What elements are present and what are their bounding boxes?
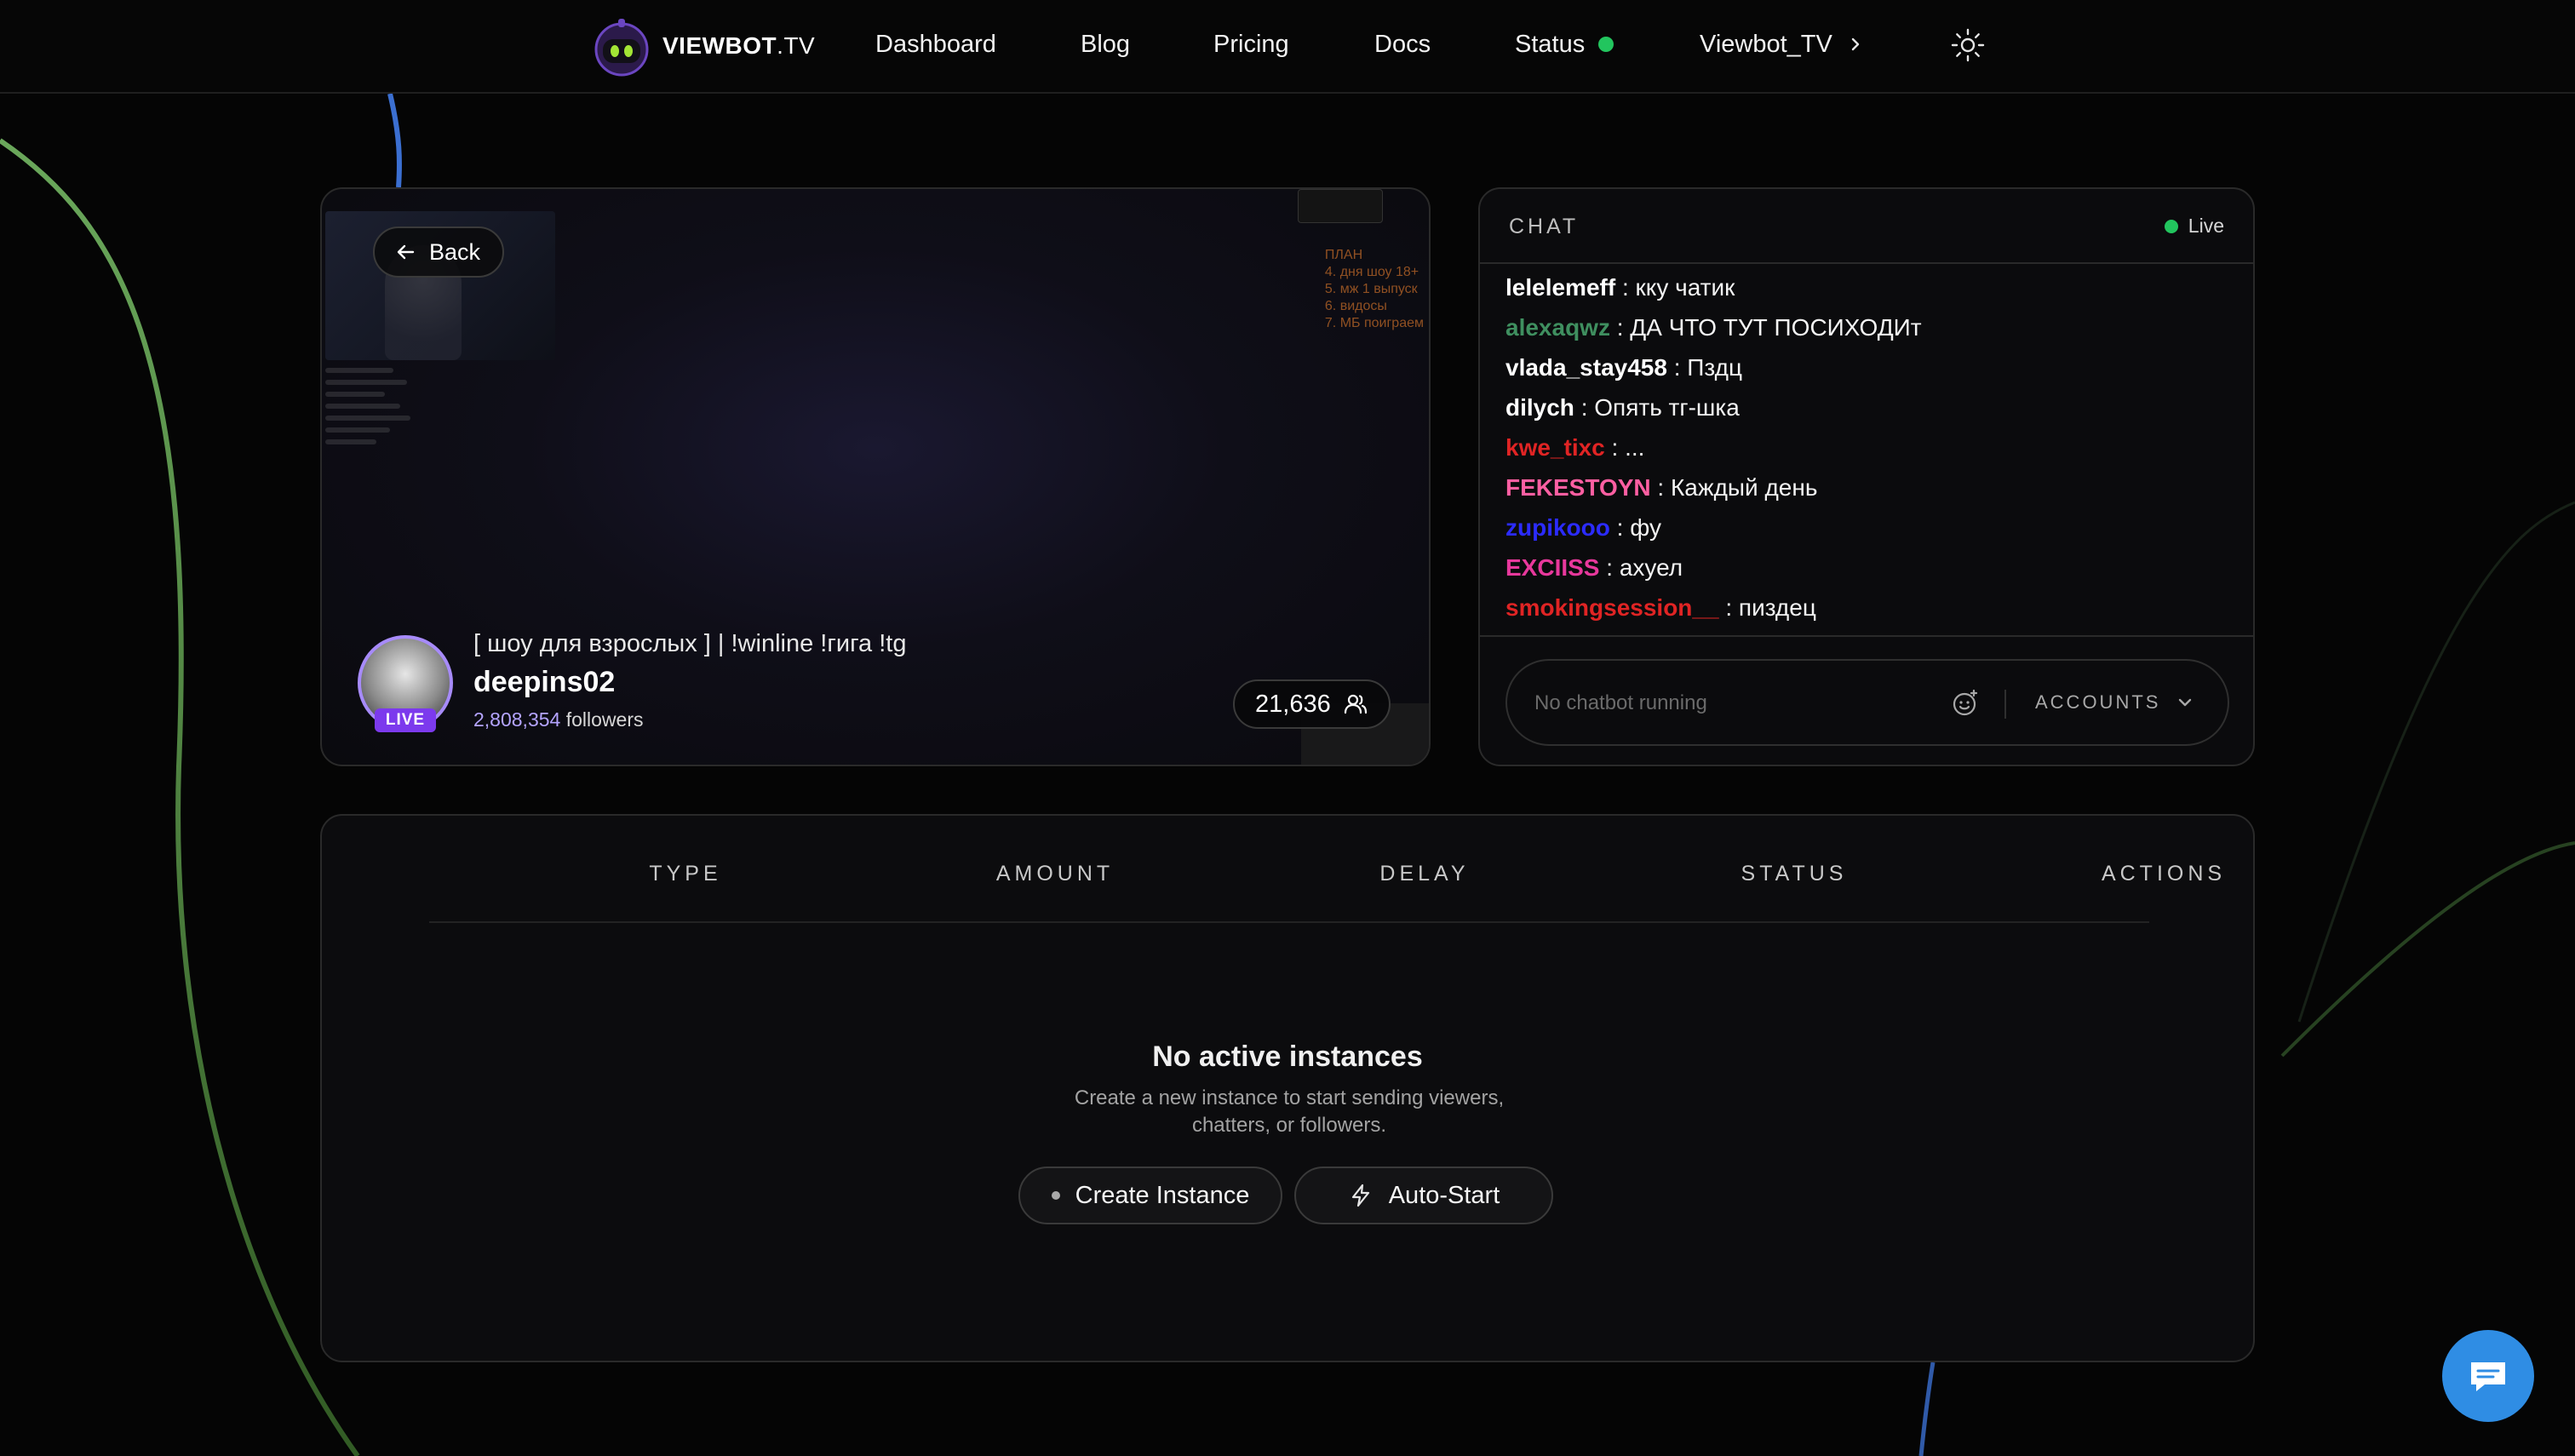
empty-state-subtitle: Create a new instance to start sending v…	[1074, 1086, 1505, 1137]
auto-start-label: Auto-Start	[1388, 1181, 1500, 1209]
chat-message-text: : Пздц	[1673, 354, 1742, 381]
table-header-divider	[429, 921, 2149, 923]
chat-message: kwe_tixc : ...	[1505, 427, 2238, 467]
chat-message-text: : кку чатик	[1621, 274, 1735, 301]
sun-icon[interactable]	[1950, 27, 1986, 63]
top-nav: VIEWBOT.TV Dashboard Blog Pricing Docs S…	[0, 0, 2575, 94]
support-chat-button[interactable]	[2442, 1330, 2534, 1422]
auto-start-button[interactable]: Auto-Start	[1294, 1167, 1553, 1224]
accounts-dropdown[interactable]: ACCOUNTS	[2035, 691, 2194, 714]
stream-overlay-chat	[325, 361, 419, 451]
chat-panel: CHAT Live lelelemeff : кку чатик alexaqwz…	[1478, 187, 2255, 766]
streamer-name[interactable]: deepins02	[473, 666, 615, 699]
chat-message: dilych : Опять тг-шка	[1505, 387, 2238, 427]
emoji-icon[interactable]	[1950, 688, 1981, 719]
chat-username[interactable]: smokingsession__	[1505, 594, 1719, 621]
brand-suffix: .TV	[777, 32, 816, 59]
nav-status-label: Status	[1515, 31, 1586, 58]
stream-overlay-plan: ПЛАН 4. дня шоу 18+ 5. мж 1 выпуск 6. ви…	[1324, 248, 1424, 330]
chat-header: CHAT Live	[1480, 189, 2253, 264]
nav-pricing[interactable]: Pricing	[1213, 27, 1289, 61]
chat-message-text: : ...	[1611, 434, 1645, 461]
col-amount: AMOUNT	[995, 862, 1115, 886]
chat-message: alexaqwz : ДА ЧТО ТУТ ПОСИХОДИт	[1505, 307, 2238, 347]
live-badge: LIVE	[375, 708, 436, 732]
chevron-down-icon	[2179, 698, 2192, 707]
arrow-left-icon	[397, 244, 415, 260]
chat-username[interactable]: EXCIISS	[1505, 554, 1599, 581]
input-divider	[2004, 690, 2006, 719]
status-online-dot	[1598, 37, 1614, 52]
chat-message: vlada_stay458 : Пздц	[1505, 347, 2238, 387]
chat-username[interactable]: FEKESTOYN	[1505, 474, 1651, 501]
chat-username[interactable]: alexaqwz	[1505, 314, 1610, 341]
back-button[interactable]: Back	[373, 226, 505, 278]
chat-username[interactable]: zupikooo	[1505, 514, 1610, 541]
chat-message-text: : фу	[1616, 514, 1661, 541]
chat-username[interactable]: dilych	[1505, 394, 1574, 421]
nav-status[interactable]: Status	[1515, 27, 1614, 61]
robot-logo-icon	[594, 19, 649, 77]
nav-account[interactable]: Viewbot_TV	[1700, 27, 1863, 61]
chevron-right-icon	[1851, 37, 1860, 51]
live-dot	[2164, 219, 2178, 233]
chat-username[interactable]: vlada_stay458	[1505, 354, 1667, 381]
nav-account-label: Viewbot_TV	[1700, 31, 1832, 58]
viewer-count: 21,636	[1233, 679, 1391, 729]
col-type: TYPE	[649, 862, 722, 886]
followers-number: 2,808,354	[473, 708, 561, 731]
lightning-icon	[1351, 1184, 1369, 1207]
nav-docs[interactable]: Docs	[1374, 27, 1431, 61]
col-status: STATUS	[1741, 862, 1848, 886]
nav-blog[interactable]: Blog	[1081, 27, 1130, 61]
viewer-count-value: 21,636	[1255, 690, 1331, 718]
chat-messages[interactable]: lelelemeff : кку чатик alexaqwz : ДА ЧТО …	[1505, 267, 2238, 628]
chat-divider	[1480, 635, 2253, 637]
followers-count: 2,808,354 followers	[473, 708, 643, 731]
chat-bubble-icon	[2471, 1362, 2505, 1391]
stream-preview[interactable]: ПЛАН 4. дня шоу 18+ 5. мж 1 выпуск 6. ви…	[320, 187, 1431, 766]
chat-message-text: : ахуел	[1606, 554, 1683, 581]
chatbot-input[interactable]: No chatbot running ACCOUNTS	[1505, 659, 2229, 746]
chat-message-text: : Опять тг-шка	[1580, 394, 1740, 421]
instances-panel: TYPE AMOUNT DELAY STATUS ACTIONS No acti…	[320, 814, 2255, 1362]
chatbot-placeholder: No chatbot running	[1534, 691, 1707, 714]
chat-title: CHAT	[1509, 215, 1580, 238]
followers-label: followers	[565, 708, 644, 731]
back-label: Back	[429, 238, 481, 265]
brand-name: VIEWBOT	[662, 32, 777, 59]
chat-message: EXCIISS : ахуел	[1505, 547, 2238, 588]
accounts-label: ACCOUNTS	[2035, 691, 2161, 713]
users-icon	[1344, 694, 1367, 714]
chat-live-label: Live	[2188, 215, 2224, 237]
chat-message: FEKESTOYN : Каждый день	[1505, 467, 2238, 507]
chat-message-text: : пиздец	[1725, 594, 1816, 621]
chat-message-text: : ДА ЧТО ТУТ ПОСИХОДИт	[1616, 314, 1922, 341]
sponsor-logo	[1298, 189, 1383, 223]
nav-dashboard[interactable]: Dashboard	[875, 27, 996, 61]
stream-title: [ шоу для взрослых ] | !winline !гига !t…	[473, 630, 907, 657]
col-actions: ACTIONS	[2101, 862, 2227, 886]
chat-message: lelelemeff : кку чатик	[1505, 267, 2238, 307]
chat-live-status: Live	[2164, 215, 2224, 238]
chat-username[interactable]: kwe_tixc	[1505, 434, 1605, 461]
empty-state-title: No active instances	[1152, 1040, 1423, 1073]
chat-message-text: : Каждый день	[1657, 474, 1818, 501]
create-instance-label: Create Instance	[1075, 1181, 1250, 1209]
col-delay: DELAY	[1379, 862, 1470, 886]
chat-username[interactable]: lelelemeff	[1505, 274, 1615, 301]
create-instance-button[interactable]: Create Instance	[1018, 1167, 1282, 1224]
dot-icon	[1051, 1191, 1060, 1200]
chat-message: zupikooo : фу	[1505, 507, 2238, 547]
chat-message: smokingsession__ : пиздец	[1505, 588, 2238, 628]
brand-logo[interactable]: VIEWBOT.TV	[588, 12, 815, 80]
